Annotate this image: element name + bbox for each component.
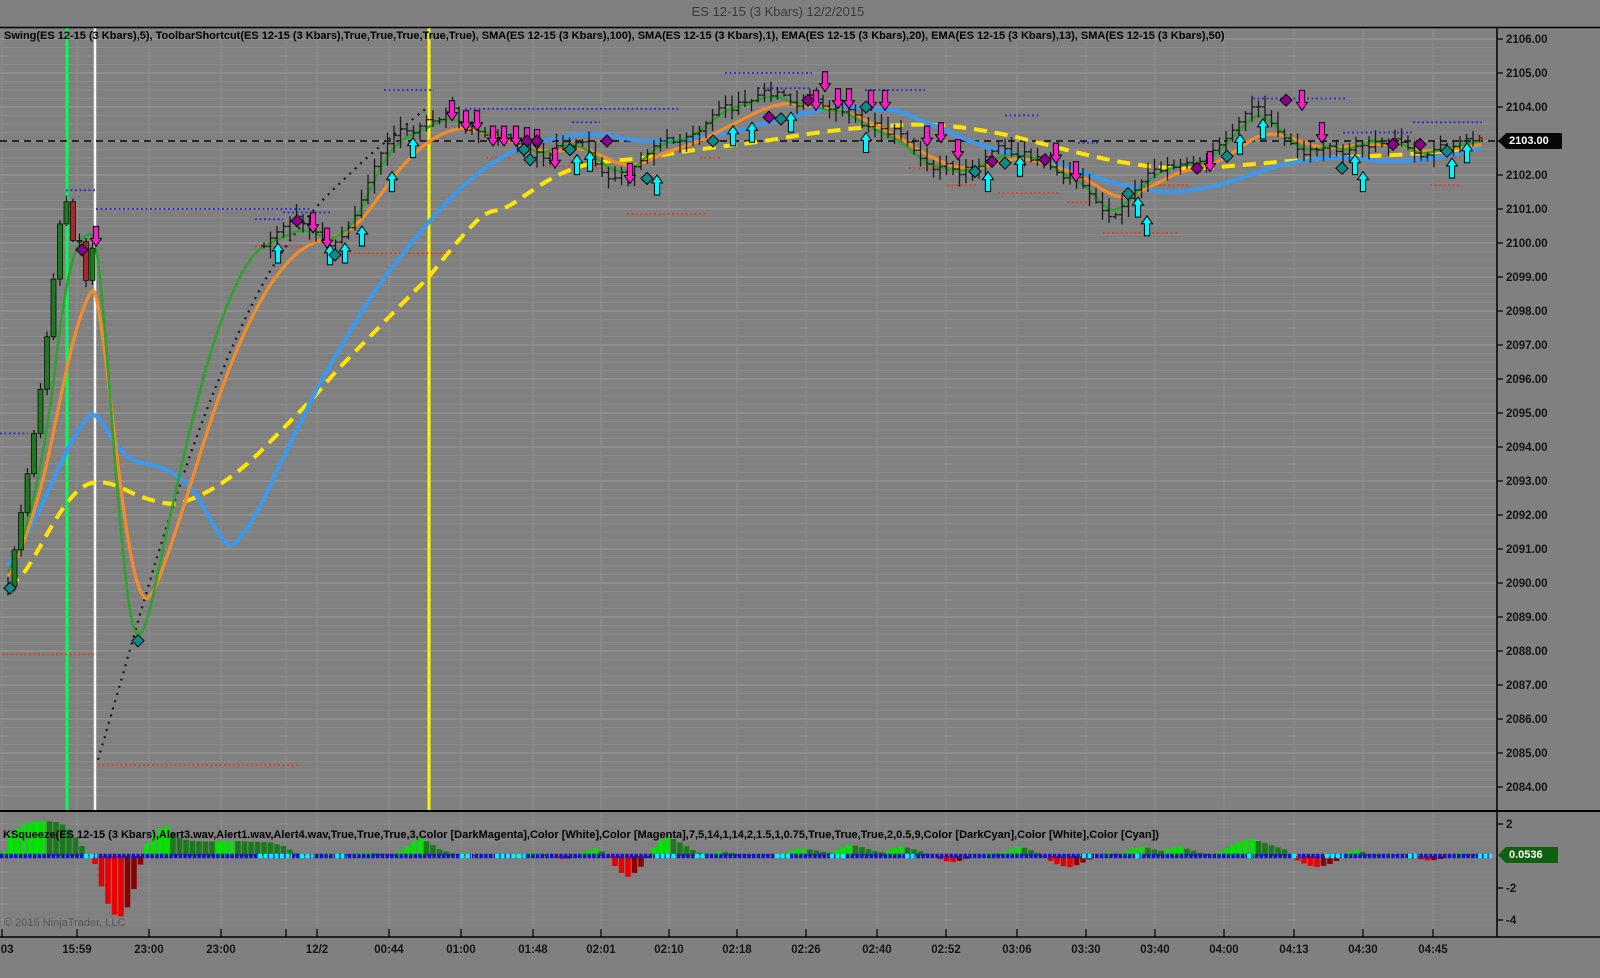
copyright-text: © 2015 NinjaTrader, LLC — [4, 917, 126, 929]
time-axis-label: 02:26 — [791, 944, 820, 956]
price-axis-label: 2095.00 — [1506, 408, 1548, 420]
time-axis-label: 00:44 — [374, 944, 404, 956]
time-axis-label: 04:00 — [1209, 944, 1238, 956]
price-axis-label: 2084.00 — [1506, 782, 1548, 794]
lower-panel-indicator-label: KSqueeze(ES 12-15 (3 Kbars),Alert3.wav,A… — [3, 829, 1159, 841]
price-axis-label: 2102.00 — [1506, 170, 1548, 182]
current-price-marker: 2103.00 — [1498, 133, 1562, 149]
price-axis-label: 2087.00 — [1506, 680, 1548, 692]
time-axis-label: 02:52 — [931, 944, 960, 956]
price-axis-label: 2098.00 — [1506, 306, 1548, 318]
ninjatrader-chart-window: 2106.00 2105.00 2104.00 2103.00 2102.00 2101.… — [0, 0, 1600, 978]
price-axis-label: 2094.00 — [1506, 442, 1548, 454]
price-axis-label: 2090.00 — [1506, 578, 1548, 590]
main-panel-indicator-label: Swing(ES 12-15 (3 Kbars),5), ToolbarShor… — [4, 30, 1225, 42]
squeeze-axis-label: -4 — [1506, 915, 1517, 927]
time-axis-label: 12/2 — [306, 944, 328, 956]
time-axis-label: 23:00 — [206, 944, 235, 956]
time-axis-label: 02:40 — [862, 944, 891, 956]
price-axis-label: 2086.00 — [1506, 714, 1548, 726]
squeeze-axis-label: -2 — [1506, 883, 1516, 895]
time-axis-label: 02:10 — [654, 944, 683, 956]
price-axis-label: 2091.00 — [1506, 544, 1548, 556]
price-axis-label: 2100.00 — [1506, 238, 1548, 250]
price-axis-label: 2096.00 — [1506, 374, 1548, 386]
price-axis-label: 2099.00 — [1506, 272, 1548, 284]
time-axis-label: 04:30 — [1348, 944, 1377, 956]
price-axis-label: 2097.00 — [1506, 340, 1548, 352]
time-axis-label: 03:06 — [1002, 944, 1031, 956]
squeeze-axis-label: 2 — [1506, 819, 1512, 831]
time-axis-label: 0:03 — [0, 944, 14, 956]
price-axis-label: 2088.00 — [1506, 646, 1548, 658]
price-axis-label: 2104.00 — [1506, 102, 1548, 114]
price-axis-label: 2106.00 — [1506, 34, 1548, 46]
time-axis-label: 01:48 — [518, 944, 548, 956]
time-axis-label: 02:18 — [722, 944, 752, 956]
time-axis-label: 15:59 — [62, 944, 91, 956]
price-axis-label: 2085.00 — [1506, 748, 1548, 760]
time-axis-label: 01:00 — [446, 944, 475, 956]
squeeze-value-marker: 0.0536 — [1498, 847, 1558, 863]
time-axis-label: 04:45 — [1418, 944, 1448, 956]
price-axis-label: 2093.00 — [1506, 476, 1548, 488]
time-axis-label: 04:13 — [1279, 944, 1308, 956]
time-axis-label: 03:30 — [1071, 944, 1100, 956]
time-axis-label: 23:00 — [134, 944, 163, 956]
time-axis-label: 02:01 — [586, 944, 616, 956]
price-axis-label: 2101.00 — [1506, 204, 1548, 216]
window-title: ES 12-15 (3 Kbars) 12/2/2015 — [691, 4, 865, 19]
time-axis-label: 03:40 — [1140, 944, 1169, 956]
price-axis-label: 2092.00 — [1506, 510, 1548, 522]
price-axis-label: 2105.00 — [1506, 68, 1548, 80]
price-axis-label: 2089.00 — [1506, 612, 1548, 624]
